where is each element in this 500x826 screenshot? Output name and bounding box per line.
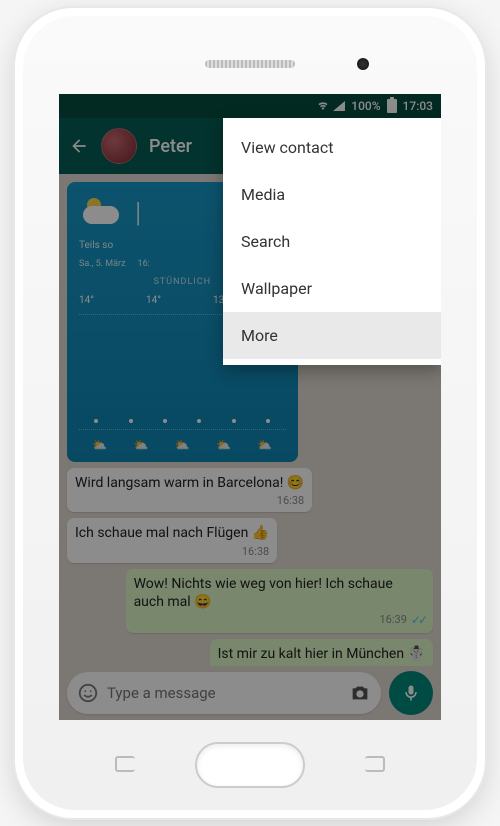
mic-icon bbox=[401, 683, 421, 703]
message-bubble[interactable]: Wird langsam warm in Barcelona! 😊 16:38 bbox=[67, 468, 312, 512]
read-ticks-icon: ✓✓ bbox=[411, 613, 425, 629]
message-meta: 16:38 bbox=[75, 494, 304, 508]
message-bubble[interactable]: Ist mir zu kalt hier in München ☃️16:40✓… bbox=[210, 639, 433, 666]
emoji-icon bbox=[77, 682, 99, 704]
emoji-button[interactable] bbox=[77, 682, 99, 704]
message-row: Wow! Nichts wie weg von hier! Ich schaue… bbox=[67, 569, 433, 633]
phone-frame: 100% 17:03 Peter | Teils so bbox=[15, 8, 485, 818]
signal-icon bbox=[333, 101, 345, 111]
battery-icon bbox=[387, 99, 397, 113]
weather-row-icons: ⛅⛅⛅⛅⛅ bbox=[79, 438, 286, 452]
message-bubble[interactable]: Wow! Nichts wie weg von hier! Ich schaue… bbox=[126, 569, 433, 633]
message-bubble[interactable]: Ich schaue mal nach Flügen 👍 16:38 bbox=[67, 518, 277, 562]
back-softkey[interactable] bbox=[365, 756, 385, 772]
overflow-menu: View contactMediaSearchWallpaperMore bbox=[223, 118, 441, 365]
phone-bezel: 100% 17:03 Peter | Teils so bbox=[23, 16, 477, 810]
speaker-grille bbox=[205, 60, 295, 68]
message-row: Ich schaue mal nach Flügen 👍 16:38 bbox=[67, 518, 433, 562]
message-row: Ist mir zu kalt hier in München ☃️16:40✓… bbox=[67, 639, 433, 666]
menu-item-wallpaper[interactable]: Wallpaper bbox=[223, 265, 441, 312]
message-text: Wird langsam warm in Barcelona! 😊 bbox=[75, 474, 304, 492]
avatar[interactable] bbox=[101, 128, 137, 164]
menu-item-more[interactable]: More bbox=[223, 312, 441, 359]
status-icons bbox=[317, 100, 345, 112]
input-bar bbox=[59, 666, 441, 720]
back-button[interactable] bbox=[69, 136, 89, 156]
arrow-left-icon bbox=[69, 136, 89, 156]
battery-percent: 100% bbox=[351, 99, 380, 113]
message-time: 16:38 bbox=[242, 545, 269, 559]
menu-item-media[interactable]: Media bbox=[223, 171, 441, 218]
message-text: Ist mir zu kalt hier in München ☃️ bbox=[218, 645, 425, 663]
message-text: Ich schaue mal nach Flügen 👍 bbox=[75, 524, 269, 542]
message-row: Wird langsam warm in Barcelona! 😊 16:38 bbox=[67, 468, 433, 512]
menu-item-search[interactable]: Search bbox=[223, 218, 441, 265]
message-time: 16:38 bbox=[277, 494, 304, 508]
screen: 100% 17:03 Peter | Teils so bbox=[59, 94, 441, 720]
front-camera bbox=[357, 58, 369, 70]
mic-button[interactable] bbox=[389, 671, 433, 715]
camera-icon bbox=[349, 682, 371, 704]
menu-item-view-contact[interactable]: View contact bbox=[223, 124, 441, 171]
status-bar: 100% 17:03 bbox=[59, 94, 441, 118]
message-input[interactable] bbox=[107, 684, 341, 702]
message-text: Wow! Nichts wie weg von hier! Ich schaue… bbox=[134, 575, 425, 611]
wifi-icon bbox=[317, 100, 329, 112]
clock: 17:03 bbox=[403, 99, 433, 113]
camera-button[interactable] bbox=[349, 682, 371, 704]
message-meta: 16:38 bbox=[75, 545, 269, 559]
message-time: 16:39 bbox=[379, 613, 406, 629]
message-meta: 16:39 ✓✓ bbox=[134, 613, 425, 629]
home-button[interactable] bbox=[195, 742, 305, 788]
message-input-container bbox=[67, 672, 381, 714]
weather-sun-cloud-icon bbox=[79, 192, 127, 232]
recents-softkey[interactable] bbox=[115, 756, 135, 772]
